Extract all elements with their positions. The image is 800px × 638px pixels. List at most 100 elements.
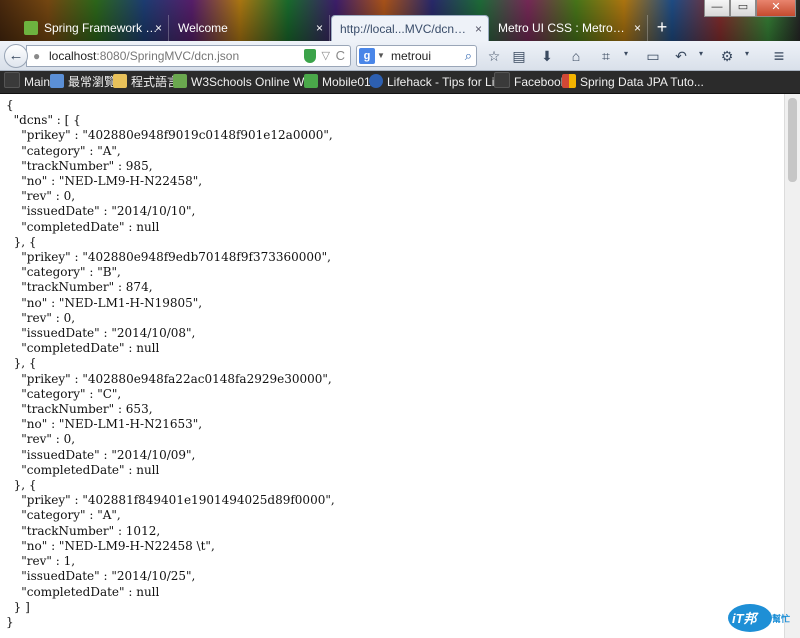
tab-close-icon[interactable]: × xyxy=(155,15,162,41)
bookmark-star-icon[interactable]: ☆ xyxy=(484,46,504,66)
dropdown-arrow-icon[interactable]: ▽ xyxy=(322,46,330,66)
folder-icon xyxy=(50,74,64,88)
scrollbar-thumb[interactable] xyxy=(788,98,797,182)
tab-strip: Spring Framework Re... × Welcome × http:… xyxy=(0,0,800,41)
json-line: "category" : "A", xyxy=(6,143,121,158)
json-line: "no" : "NED-LM1-H-N19805", xyxy=(6,295,203,310)
bookmarks-list-icon[interactable]: ▤ xyxy=(509,46,529,66)
bookmark-label: W3Schools Online W... xyxy=(191,75,314,89)
json-line: } xyxy=(6,614,14,629)
crop-icon[interactable]: ⌗ xyxy=(596,46,616,66)
bookmark-main[interactable]: Main xyxy=(4,71,50,93)
chevron-down-icon[interactable]: ▾ xyxy=(624,49,628,58)
json-line: "trackNumber" : 653, xyxy=(6,402,153,417)
tab-spring-framework[interactable]: Spring Framework Re... × xyxy=(16,15,169,41)
tab-close-icon[interactable]: × xyxy=(634,15,641,41)
json-line: "category" : "C", xyxy=(6,386,122,401)
google-icon[interactable]: g xyxy=(359,48,375,64)
json-line: "rev" : 1, xyxy=(6,554,76,569)
close-window-button[interactable]: ✕ xyxy=(756,0,796,17)
w3schools-icon xyxy=(173,74,187,88)
chevron-down-icon[interactable]: ▾ xyxy=(699,49,703,58)
tab-label: http://local...MVC/dcn.json xyxy=(340,22,468,36)
tab-close-icon[interactable]: × xyxy=(316,15,323,41)
tab-welcome[interactable]: Welcome × xyxy=(170,15,330,41)
json-line: "completedDate" : null xyxy=(6,462,160,477)
json-line: "trackNumber" : 985, xyxy=(6,158,153,173)
json-line: "rev" : 0, xyxy=(6,432,76,447)
json-line: "prikey" : "402880e948f9edb70148f9f37336… xyxy=(6,250,331,265)
chat-icon[interactable]: ▭ xyxy=(643,46,663,66)
json-line: "prikey" : "402880e948f9019c0148f901e12a… xyxy=(6,128,333,143)
folder-icon xyxy=(113,74,127,88)
json-line: "trackNumber" : 1012, xyxy=(6,523,161,538)
page-content: { "dcns" : [ { "prikey" : "402880e948f90… xyxy=(0,94,784,638)
lifehack-icon xyxy=(369,74,383,88)
reload-icon[interactable]: C xyxy=(336,46,345,66)
back-button[interactable]: ← xyxy=(4,44,28,68)
vertical-scrollbar[interactable] xyxy=(784,94,800,638)
browser-window: Spring Framework Re... × Welcome × http:… xyxy=(0,0,800,638)
json-line: "rev" : 0, xyxy=(6,189,76,204)
url-path: :8080/SpringMVC/dcn.json xyxy=(96,49,240,63)
bookmark-label: Main xyxy=(24,75,51,89)
json-line: "no" : "NED-LM1-H-N21653", xyxy=(6,417,203,432)
navigation-toolbar: ● localhost:8080/SpringMVC/dcn.json ▽ C … xyxy=(0,41,800,71)
search-bar[interactable]: g ▼ metroui ⌕ xyxy=(356,45,477,67)
json-line: "category" : "B", xyxy=(6,265,121,280)
download-icon[interactable]: ⬇ xyxy=(537,46,557,66)
json-line: }, { xyxy=(6,234,37,249)
json-line: }, { xyxy=(6,356,37,371)
minimize-button[interactable]: — xyxy=(704,0,730,17)
json-document: { "dcns" : [ { "prikey" : "402880e948f90… xyxy=(0,94,784,630)
new-tab-button[interactable]: + xyxy=(652,17,672,39)
tab-label: Spring Framework Re... xyxy=(44,21,164,35)
json-line: "prikey" : "402880e948fa22ac0148fa2929e3… xyxy=(6,371,332,386)
watermark-sub-text: 幫忙 xyxy=(772,614,791,624)
json-line: } ] xyxy=(6,599,30,614)
json-line: { xyxy=(6,98,14,112)
home-icon[interactable]: ⌂ xyxy=(566,46,586,66)
spring-leaf-icon xyxy=(24,21,38,35)
json-line: "dcns" : [ { xyxy=(6,113,81,128)
chevron-down-icon[interactable]: ▾ xyxy=(745,49,749,58)
bookmark-lifehack[interactable]: Lifehack - Tips for Life xyxy=(369,71,504,93)
search-icon[interactable]: ⌕ xyxy=(465,46,472,66)
bookmark-facebook[interactable]: Facebook xyxy=(494,71,567,93)
url-bar[interactable]: ● localhost:8080/SpringMVC/dcn.json ▽ C xyxy=(26,45,351,67)
shield-icon[interactable] xyxy=(304,49,316,63)
bookmark-mobile01[interactable]: Mobile01 xyxy=(304,71,371,93)
folder-icon xyxy=(494,72,510,88)
globe-icon: ● xyxy=(33,49,41,63)
json-line: "issuedDate" : "2014/10/25", xyxy=(6,569,196,584)
bookmarks-bar: Main 最常瀏覽 程式語言 W3Schools Online W... Mob… xyxy=(0,71,800,94)
url-host: localhost xyxy=(49,49,97,63)
search-input[interactable]: metroui xyxy=(391,46,431,66)
chevron-down-icon[interactable]: ▼ xyxy=(377,46,385,66)
addon-icon[interactable]: ⚙ xyxy=(717,46,737,66)
json-line: }, { xyxy=(6,478,37,493)
maximize-button[interactable]: ▭ xyxy=(730,0,756,17)
bookmark-programming[interactable]: 程式語言 xyxy=(113,71,179,93)
tab-label: Metro UI CSS : Metro Boo... xyxy=(498,21,628,35)
tab-close-icon[interactable]: × xyxy=(475,16,482,41)
bookmark-label: Lifehack - Tips for Life xyxy=(387,75,505,89)
menu-icon[interactable]: ≡ xyxy=(769,46,789,66)
undo-icon[interactable]: ↶ xyxy=(671,46,691,66)
json-line: "rev" : 0, xyxy=(6,310,76,325)
folder-icon xyxy=(4,72,20,88)
json-line: "issuedDate" : "2014/10/10", xyxy=(6,204,196,219)
watermark-main-text: iT邦 xyxy=(732,611,757,626)
bookmark-label: Facebook xyxy=(514,75,567,89)
bookmark-spring-data-jpa[interactable]: Spring Data JPA Tuto... xyxy=(562,71,704,93)
json-line: "completedDate" : null xyxy=(6,584,160,599)
json-line: "category" : "A", xyxy=(6,508,121,523)
tab-metro-ui[interactable]: Metro UI CSS : Metro Boo... × xyxy=(490,15,648,41)
tab-dcn-json[interactable]: http://local...MVC/dcn.json × xyxy=(331,15,489,41)
bookmark-w3schools[interactable]: W3Schools Online W... xyxy=(173,71,314,93)
mobile01-icon xyxy=(304,74,318,88)
bookmark-label: 程式語言 xyxy=(131,75,180,89)
spring-data-icon xyxy=(562,74,576,88)
bookmark-most-visited[interactable]: 最常瀏覽 xyxy=(50,71,116,93)
bookmark-label: Spring Data JPA Tuto... xyxy=(580,75,704,89)
